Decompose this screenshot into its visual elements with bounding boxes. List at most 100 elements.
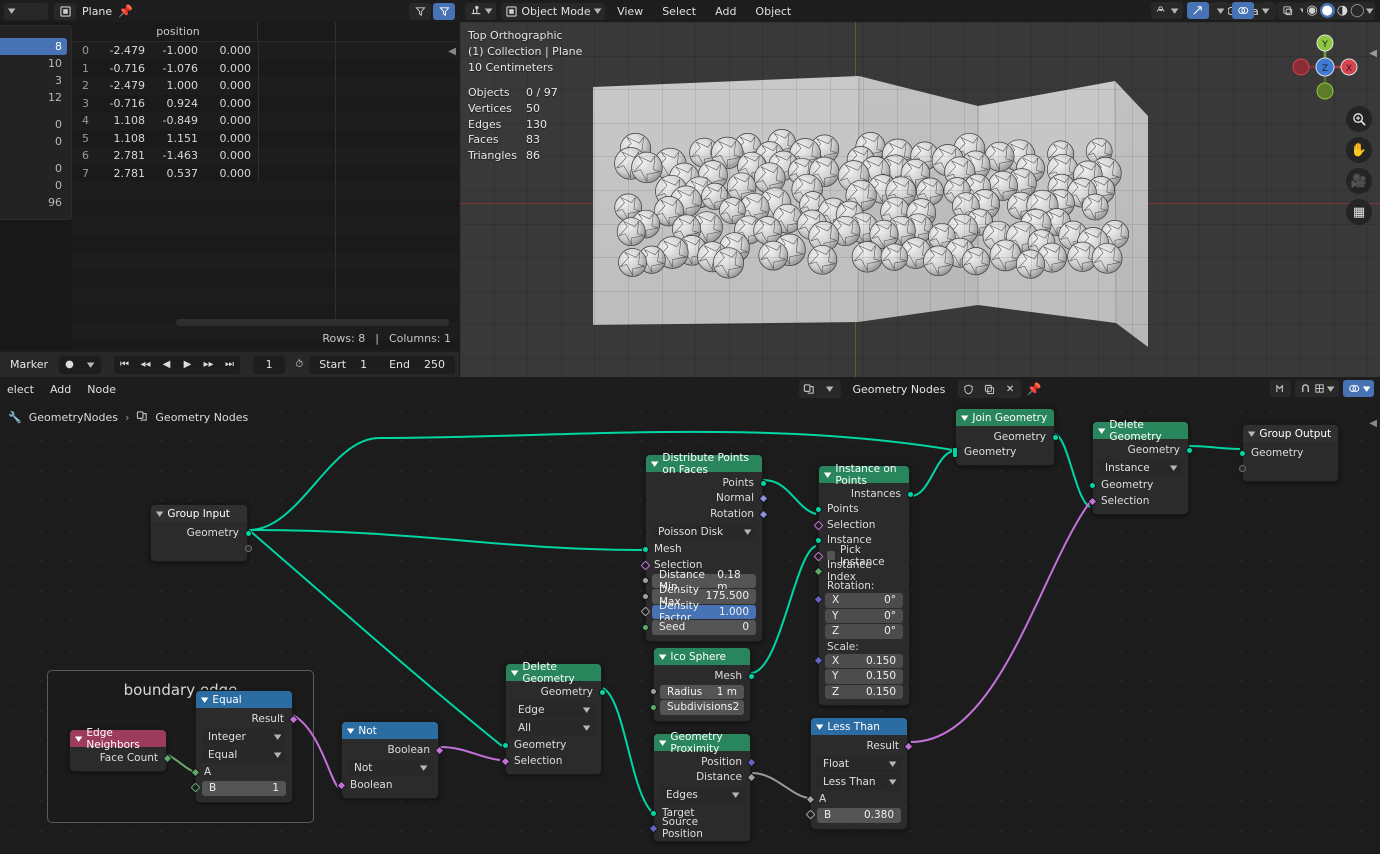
delete-domain-dropdown[interactable]: Instance ▼	[1099, 459, 1182, 476]
node-tree-selector[interactable]: ▼	[798, 380, 841, 398]
node-output-result[interactable]: Result	[811, 738, 913, 754]
visibility-selector[interactable]: ▼	[1151, 2, 1183, 19]
stat-row[interactable]: 10	[0, 55, 67, 72]
compare-data-type-dropdown[interactable]: Float ▼	[817, 755, 901, 772]
snapping-settings[interactable]: ▼	[1295, 380, 1339, 397]
object-data-icon[interactable]	[54, 2, 76, 20]
node-output-geometry[interactable]: Geometry	[506, 684, 606, 700]
node-input-geometry[interactable]: Geometry	[1088, 478, 1188, 494]
node-input-geometry[interactable]: Geometry	[951, 445, 1054, 461]
node-header[interactable]: ▼ Group Input	[151, 505, 247, 522]
compare-operation-dropdown[interactable]: Less Than ▼	[817, 773, 901, 790]
table-row[interactable]: 3 -0.716 0.924 0.000	[72, 94, 459, 112]
socket-mesh[interactable]	[747, 672, 755, 680]
node-header[interactable]: ▼ Edge Neighbors	[70, 727, 166, 751]
table-row[interactable]: 1 -0.716 -1.076 0.000	[72, 59, 459, 77]
breadcrumb-modifier[interactable]: GeometryNodes	[29, 411, 118, 424]
fake-user-shield-icon[interactable]	[958, 380, 979, 398]
socket-geometry[interactable]	[244, 529, 252, 537]
node-equal[interactable]: ▼ Equal Result Integer ▼ Equal ▼ A B 1	[190, 690, 298, 803]
editor-type-selector[interactable]: ▼	[4, 2, 48, 20]
socket-virtual[interactable]	[244, 545, 252, 552]
chevron-down-icon[interactable]: ▼	[347, 727, 355, 735]
zoom-icon[interactable]	[1346, 106, 1372, 132]
node-less-than[interactable]: ▼ Less Than Result Float ▼ Less Than ▼ A…	[805, 717, 913, 830]
chevron-down-icon[interactable]: ▼	[1248, 430, 1256, 438]
marker-menu-label[interactable]: Marker	[4, 358, 54, 371]
filter-toggle-icon[interactable]	[433, 3, 455, 20]
breadcrumb-nodetree[interactable]: Geometry Nodes	[155, 411, 248, 424]
socket-geometry[interactable]	[1238, 449, 1246, 457]
wireframe-shading-icon[interactable]: ◉	[1306, 3, 1317, 18]
viewport-canvas[interactable]: Top Orthographic (1) Collection | Plane …	[460, 22, 1380, 377]
duplicate-datablock-icon[interactable]	[979, 380, 1000, 398]
node-header[interactable]: ▼ Geometry Proximity	[654, 731, 750, 755]
stat-row[interactable]: rner 12	[0, 89, 67, 106]
chevron-down-icon[interactable]: ▼	[201, 696, 209, 704]
shading-mode-group[interactable]: ◉ ● ◑ ◯ ▼	[1303, 2, 1375, 19]
rendered-shading-icon[interactable]: ◯	[1350, 3, 1365, 18]
field-b[interactable]: B 1	[190, 781, 286, 796]
table-row[interactable]: 4 1.108 -0.849 0.000	[72, 112, 459, 130]
node-output-rotation[interactable]: Rotation	[646, 506, 768, 522]
node-editor-canvas[interactable]: ◀ boundary edge ▼ Group Input Geometry ▼…	[0, 400, 1380, 854]
play-reverse-button[interactable]: ◀	[156, 356, 177, 374]
end-value[interactable]: 250	[424, 358, 445, 371]
node-delete-geometry-edge[interactable]: ▼ Delete Geometry Geometry Edge ▼ All ▼	[500, 661, 606, 775]
menu-view[interactable]: View	[610, 3, 650, 20]
snap-to-grid-icon[interactable]	[1270, 380, 1292, 397]
socket-geometry[interactable]	[1051, 433, 1059, 441]
node-input-a[interactable]: A	[190, 765, 292, 781]
field-rotation-x[interactable]: X 0°	[813, 593, 903, 608]
field-scale-x[interactable]: X 0.150	[813, 653, 903, 668]
node-group-input[interactable]: ▼ Group Input Geometry	[150, 504, 252, 562]
socket-virtual[interactable]	[1238, 465, 1246, 472]
filter-funnel-icon[interactable]	[409, 3, 431, 20]
chevron-down-icon[interactable]: ▼	[820, 380, 841, 398]
pan-hand-icon[interactable]: ✋	[1346, 137, 1372, 163]
field-rotation-z[interactable]: Z 0°	[825, 624, 903, 639]
marker-record-group[interactable]: ● ▼	[59, 355, 102, 374]
material-preview-icon[interactable]: ◑	[1337, 3, 1348, 18]
menu-add[interactable]: Add	[43, 381, 78, 398]
menu-select[interactable]: Select	[655, 3, 703, 20]
node-ico-sphere[interactable]: ▼ Ico Sphere Mesh Radius 1 m Subdivision…	[649, 647, 755, 722]
compare-operation-dropdown[interactable]: Equal ▼	[202, 746, 286, 763]
node-input-selection[interactable]: Selection	[500, 753, 601, 769]
node-input-points[interactable]: Points	[814, 502, 909, 518]
table-row[interactable]: 6 2.781 -1.463 0.000	[72, 147, 459, 165]
node-header[interactable]: ▼ Delete Geometry	[506, 661, 601, 685]
node-header[interactable]: ▼ Equal	[196, 691, 292, 708]
gizmo-toggle[interactable]	[1186, 2, 1209, 19]
playback-controls[interactable]: ⏮ ◂◂ ◀ ▶ ▸▸ ⏭	[114, 355, 241, 374]
unlink-datablock-icon[interactable]: ✕	[1000, 380, 1021, 398]
boolean-operation-dropdown[interactable]: Not ▼	[348, 759, 432, 776]
delete-mode-dropdown[interactable]: All ▼	[512, 719, 595, 736]
chevron-down-icon[interactable]: ▼	[1098, 427, 1106, 435]
proximity-target-element-dropdown[interactable]: Edges ▼	[660, 787, 744, 803]
node-output-points[interactable]: Points	[646, 475, 767, 491]
chevron-down-icon[interactable]: ▼	[659, 739, 667, 747]
socket-seed[interactable]	[641, 623, 649, 631]
field-subdivisions[interactable]: Subdivisions 2	[649, 700, 744, 715]
chevron-down-icon[interactable]: ▼	[511, 669, 519, 677]
spreadsheet-table[interactable]: position 0 -2.479 -1.000 0.000 1 -0.716 -1.076…	[72, 22, 459, 350]
panel-collapse-arrow-icon[interactable]: ◀	[448, 46, 456, 57]
overlays-toggle[interactable]	[1231, 2, 1254, 19]
pin-icon[interactable]: 📌	[118, 4, 133, 18]
node-header[interactable]: ▼ Join Geometry	[956, 409, 1054, 426]
chevron-down-icon[interactable]: ▼	[156, 510, 164, 518]
node-output-result[interactable]: Result	[196, 711, 298, 727]
socket-mesh[interactable]	[641, 546, 649, 553]
node-header[interactable]: ▼ Not	[342, 722, 438, 739]
chevron-down-icon[interactable]: ▼	[824, 471, 832, 479]
overlays-toggle[interactable]: ▼	[1342, 380, 1374, 397]
table-row[interactable]: 2 -2.479 1.000 0.000	[72, 77, 459, 95]
chevron-down-icon[interactable]: ▼	[659, 653, 667, 661]
node-input-geometry[interactable]: Geometry	[501, 738, 601, 754]
stat-row[interactable]: 0	[0, 160, 67, 177]
field-b[interactable]: B 0.380	[805, 808, 901, 823]
socket-geometry[interactable]	[598, 688, 606, 696]
stat-row[interactable]: Point 0	[0, 116, 67, 133]
solid-shading-icon[interactable]: ●	[1319, 3, 1335, 18]
